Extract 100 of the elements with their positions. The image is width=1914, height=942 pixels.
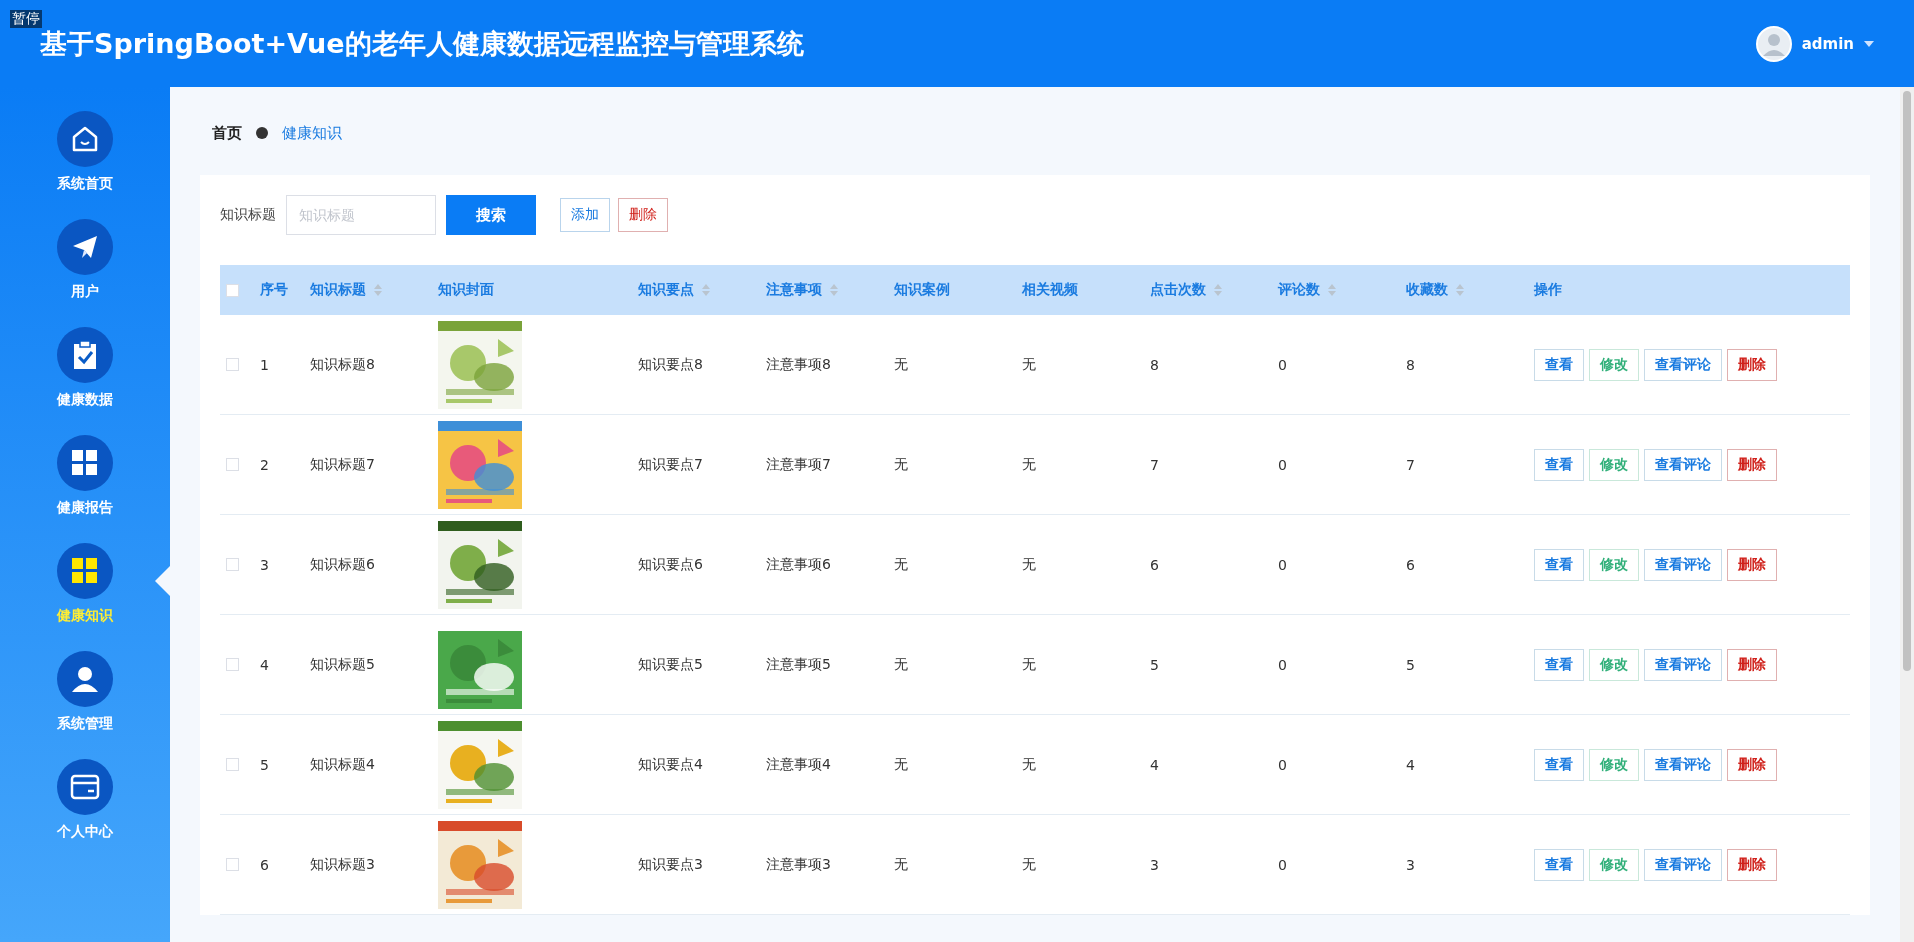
comments-button[interactable]: 查看评论 xyxy=(1644,448,1722,481)
person-icon xyxy=(70,664,100,694)
table-cell-text: 无 xyxy=(1022,655,1037,674)
app-title: 基于SpringBoot+Vue的老年人健康数据远程监控与管理系统 xyxy=(40,26,804,61)
table-cell-text: 注意事项8 xyxy=(766,355,832,374)
sort-icon[interactable] xyxy=(1456,284,1464,296)
avatar-icon[interactable] xyxy=(1755,25,1792,62)
table-cell-text: 知识要点5 xyxy=(638,655,704,674)
sort-icon[interactable] xyxy=(374,284,382,296)
edit-button[interactable]: 修改 xyxy=(1589,348,1639,381)
table-cell-text: 5 xyxy=(260,756,270,773)
view-button[interactable]: 查看 xyxy=(1534,548,1584,581)
sidebar-item[interactable]: 健康数据 xyxy=(0,327,170,409)
view-button[interactable]: 查看 xyxy=(1534,648,1584,681)
breadcrumb-current[interactable]: 健康知识 xyxy=(282,123,342,143)
table-cell-text: 0 xyxy=(1278,556,1288,573)
table-cell-text: 0 xyxy=(1278,856,1288,873)
column-header: 知识要点 xyxy=(638,281,694,299)
comments-button[interactable]: 查看评论 xyxy=(1644,348,1722,381)
select-all-checkbox[interactable] xyxy=(226,283,239,297)
table-cell-text: 知识要点6 xyxy=(638,555,704,574)
table-cell-text: 4 xyxy=(260,656,270,673)
row-checkbox[interactable] xyxy=(226,558,239,571)
table-cell-text: 6 xyxy=(1150,556,1160,573)
row-checkbox[interactable] xyxy=(226,358,239,371)
table-cell-text: 注意事项6 xyxy=(766,555,832,574)
edit-button[interactable]: 修改 xyxy=(1589,548,1639,581)
table-cell-text: 5 xyxy=(1406,656,1416,673)
scrollbar[interactable] xyxy=(1900,87,1914,942)
table-cell-text: 3 xyxy=(260,556,270,573)
table-cell-text: 0 xyxy=(1278,356,1288,373)
comments-button[interactable]: 查看评论 xyxy=(1644,748,1722,781)
table-cell-text: 0 xyxy=(1278,456,1288,473)
sidebar-item[interactable]: 健康知识 xyxy=(0,543,170,625)
comments-button[interactable]: 查看评论 xyxy=(1644,548,1722,581)
search-button[interactable]: 搜索 xyxy=(446,195,536,235)
edit-button[interactable]: 修改 xyxy=(1589,648,1639,681)
comments-button[interactable]: 查看评论 xyxy=(1644,648,1722,681)
column-header: 点击次数 xyxy=(1150,281,1206,299)
delete-button[interactable]: 删除 xyxy=(1727,548,1777,581)
sort-icon[interactable] xyxy=(1214,284,1222,296)
comments-button[interactable]: 查看评论 xyxy=(1644,848,1722,881)
sidebar-item[interactable]: 系统首页 xyxy=(0,111,170,193)
active-indicator xyxy=(155,565,171,597)
table-cell-text: 无 xyxy=(894,855,909,874)
sidebar-item[interactable]: 健康报告 xyxy=(0,435,170,517)
edit-button[interactable]: 修改 xyxy=(1589,448,1639,481)
sidebar-item[interactable]: 用户 xyxy=(0,219,170,301)
column-header: 相关视频 xyxy=(1022,281,1078,299)
delete-button[interactable]: 删除 xyxy=(1727,848,1777,881)
edit-button[interactable]: 修改 xyxy=(1589,848,1639,881)
table-cell-text: 知识标题3 xyxy=(310,855,376,874)
search-field[interactable]: 知识标题 xyxy=(286,195,436,235)
table-cell-text: 无 xyxy=(894,355,909,374)
row-checkbox[interactable] xyxy=(226,458,239,471)
table-cell-text: 1 xyxy=(260,356,270,373)
view-button[interactable]: 查看 xyxy=(1534,448,1584,481)
sidebar-item[interactable]: 个人中心 xyxy=(0,759,170,841)
table-cell-text: 3 xyxy=(1406,856,1416,873)
sort-icon[interactable] xyxy=(830,284,838,296)
add-button[interactable]: 添加 xyxy=(560,198,610,232)
table-cell-text: 知识标题6 xyxy=(310,555,376,574)
caret-icon[interactable] xyxy=(1864,40,1874,47)
table-cell-text: 0 xyxy=(1278,756,1288,773)
table-cell-text: 无 xyxy=(894,755,909,774)
table-cell-text: 0 xyxy=(1278,656,1288,673)
table-cell-text: 知识标题5 xyxy=(310,655,376,674)
table-cell-text: 3 xyxy=(1150,856,1160,873)
table-cell-text: 7 xyxy=(1150,456,1160,473)
delete-button[interactable]: 删除 xyxy=(1727,348,1777,381)
sort-icon[interactable] xyxy=(702,284,710,296)
table-cell-text: 无 xyxy=(894,655,909,674)
table-cell-text: 知识要点7 xyxy=(638,455,704,474)
table-cell-text: 5 xyxy=(1150,656,1160,673)
delete-button[interactable]: 删除 xyxy=(1727,648,1777,681)
breadcrumb-home[interactable]: 首页 xyxy=(212,123,242,143)
table-cell-text: 注意事项4 xyxy=(766,755,832,774)
row-checkbox[interactable] xyxy=(226,858,239,871)
delete-button[interactable]: 删除 xyxy=(1727,748,1777,781)
sort-icon[interactable] xyxy=(1328,284,1336,296)
edit-button[interactable]: 修改 xyxy=(1589,748,1639,781)
column-header: 收藏数 xyxy=(1406,281,1448,299)
table-cell-text: 7 xyxy=(1406,456,1416,473)
field-label: 知识标题 xyxy=(220,206,276,224)
column-header: 操作 xyxy=(1534,281,1562,299)
delete-button[interactable]: 删除 xyxy=(1727,448,1777,481)
sidebar-item[interactable]: 系统管理 xyxy=(0,651,170,733)
row-checkbox[interactable] xyxy=(226,658,239,671)
delete-button[interactable]: 删除 xyxy=(618,198,668,232)
table-cell-text: 无 xyxy=(894,555,909,574)
user-name[interactable]: admin xyxy=(1801,34,1854,53)
table-cell-text: 知识要点3 xyxy=(638,855,704,874)
column-header: 知识封面 xyxy=(438,281,494,299)
table-cell-text: 4 xyxy=(1406,756,1416,773)
view-button[interactable]: 查看 xyxy=(1534,348,1584,381)
view-button[interactable]: 查看 xyxy=(1534,848,1584,881)
row-checkbox[interactable] xyxy=(226,758,239,771)
view-button[interactable]: 查看 xyxy=(1534,748,1584,781)
breadcrumb-separator-icon xyxy=(256,127,268,139)
column-header: 序号 xyxy=(260,281,288,299)
